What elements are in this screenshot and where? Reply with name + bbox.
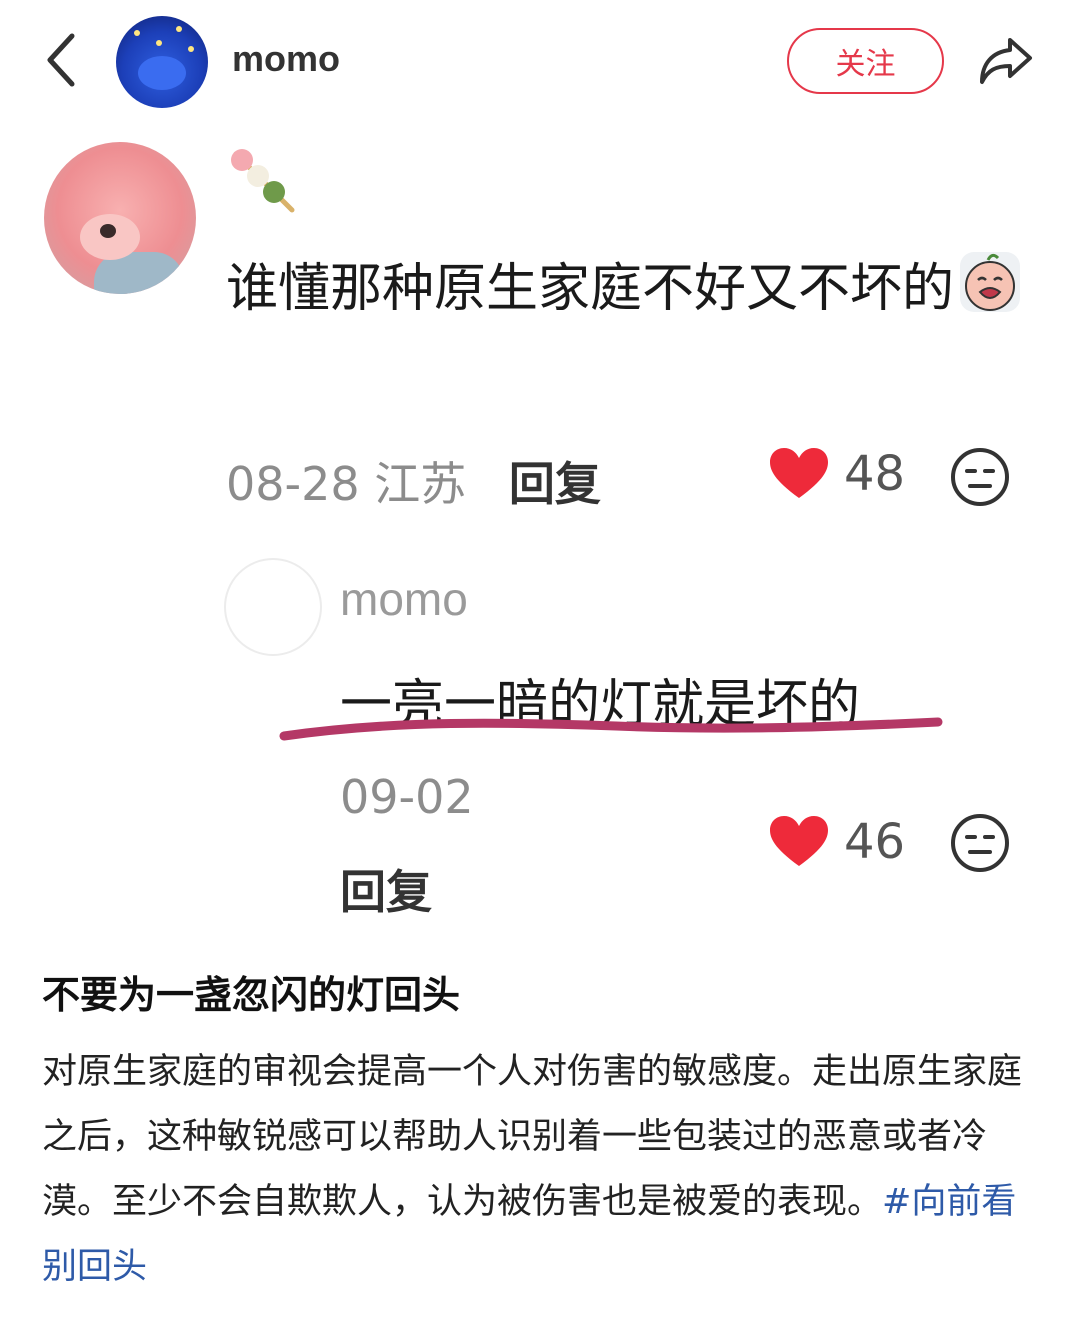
reply-reply-button[interactable]: 回复	[340, 856, 432, 922]
crying-emoji	[960, 252, 1021, 312]
article-body: 对原生家庭的审视会提高一个人对伤害的敏感度。走出原生家庭之后，这种敏锐感可以帮助…	[42, 1040, 1042, 1300]
follow-button[interactable]: 关注	[787, 28, 944, 94]
reply-date: 09-02	[340, 770, 474, 824]
comment-meta: 08-28 江苏 回复	[226, 448, 601, 514]
comment-text: 谁懂那种原生家庭不好又不坏的	[226, 240, 1026, 338]
comment-like-button[interactable]: 48	[770, 446, 905, 502]
back-icon[interactable]	[38, 30, 88, 90]
reply-like-count: 46	[844, 814, 906, 870]
article-body-text: 对原生家庭的审视会提高一个人对伤害的敏感度。走出原生家庭之后，这种敏锐感可以帮助…	[42, 1052, 1023, 1222]
heart-icon	[770, 816, 828, 866]
share-icon[interactable]	[976, 32, 1036, 88]
reply-author-name[interactable]: momo	[340, 572, 468, 626]
reply-avatar[interactable]	[224, 558, 322, 656]
article-title: 不要为一盏忽闪的灯回头	[42, 973, 461, 1017]
underline-annotation	[279, 717, 943, 741]
dislike-icon[interactable]	[949, 812, 1011, 874]
comment-text-content: 谁懂那种原生家庭不好又不坏的	[226, 259, 955, 319]
dango-emoji	[231, 149, 295, 213]
commenter-avatar[interactable]	[44, 142, 196, 294]
dislike-icon[interactable]	[949, 446, 1011, 508]
author-avatar[interactable]	[116, 16, 208, 108]
post-page: momo 关注 谁懂那种原生家庭不好又不坏的 08-28 江苏 回复 48 mo…	[0, 0, 1080, 1321]
author-name[interactable]: momo	[232, 38, 340, 80]
heart-icon	[770, 448, 828, 498]
comment-date: 08-28	[226, 457, 360, 511]
comment-like-count: 48	[844, 446, 906, 502]
reply-like-button[interactable]: 46	[770, 814, 905, 870]
comment-reply-button[interactable]: 回复	[509, 457, 601, 511]
comment-location: 江苏	[374, 457, 467, 511]
